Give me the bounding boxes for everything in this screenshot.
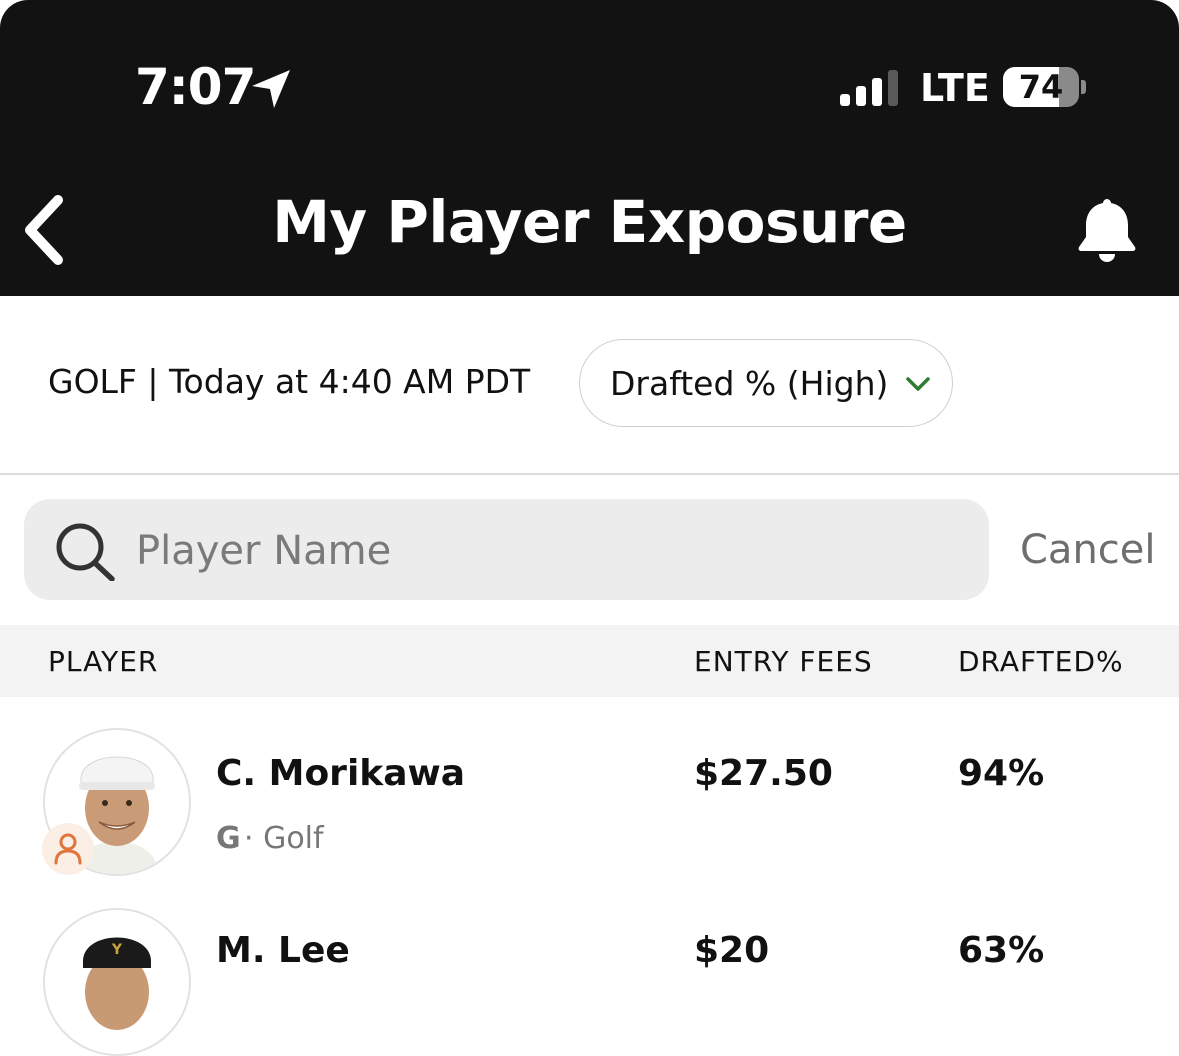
player-sport: · Golf [244, 821, 324, 856]
drafted-value: 63% [958, 930, 1045, 971]
search-input[interactable] [134, 499, 958, 602]
divider [0, 473, 1179, 475]
sort-label: Drafted % (High) [610, 364, 889, 403]
column-header-entry-fees[interactable]: ENTRY FEES [694, 645, 873, 678]
cancel-button[interactable]: Cancel [1020, 527, 1156, 573]
location-arrow-icon [252, 70, 290, 108]
search-bar[interactable] [24, 499, 989, 602]
table-header: PLAYER ENTRY FEES DRAFTED% [0, 625, 1179, 697]
player-position: G [216, 821, 241, 856]
search-icon [56, 523, 115, 581]
status-time: 7:07 [135, 58, 256, 116]
network-type: LTE [920, 66, 990, 110]
signal-strength-icon [840, 70, 898, 106]
battery-tip [1081, 80, 1086, 94]
chevron-down-icon [906, 377, 930, 391]
column-header-player[interactable]: PLAYER [48, 645, 158, 678]
player-name: C. Morikawa [216, 753, 466, 794]
entry-fees-value: $20 [694, 930, 770, 971]
column-header-drafted[interactable]: DRAFTED% [958, 645, 1124, 678]
app-header: 7:07 LTE 74 My Player Exposure [0, 0, 1179, 296]
player-name: M. Lee [216, 930, 350, 971]
avatar: Y [43, 908, 191, 1056]
player-headshot: Y [45, 910, 189, 1054]
bell-icon[interactable] [1074, 195, 1140, 263]
owner-badge [42, 823, 94, 875]
svg-text:Y: Y [111, 942, 123, 958]
battery-icon: 74 [1003, 67, 1079, 107]
battery-percent: 74 [1018, 68, 1064, 106]
contest-info: GOLF | Today at 4:40 AM PDT [48, 362, 531, 401]
sort-dropdown[interactable]: Drafted % (High) [579, 339, 953, 427]
entry-fees-value: $27.50 [694, 753, 833, 794]
page-title: My Player Exposure [272, 188, 907, 256]
player-sport-label: Golf [263, 821, 324, 856]
drafted-value: 94% [958, 753, 1045, 794]
person-icon [54, 833, 82, 865]
